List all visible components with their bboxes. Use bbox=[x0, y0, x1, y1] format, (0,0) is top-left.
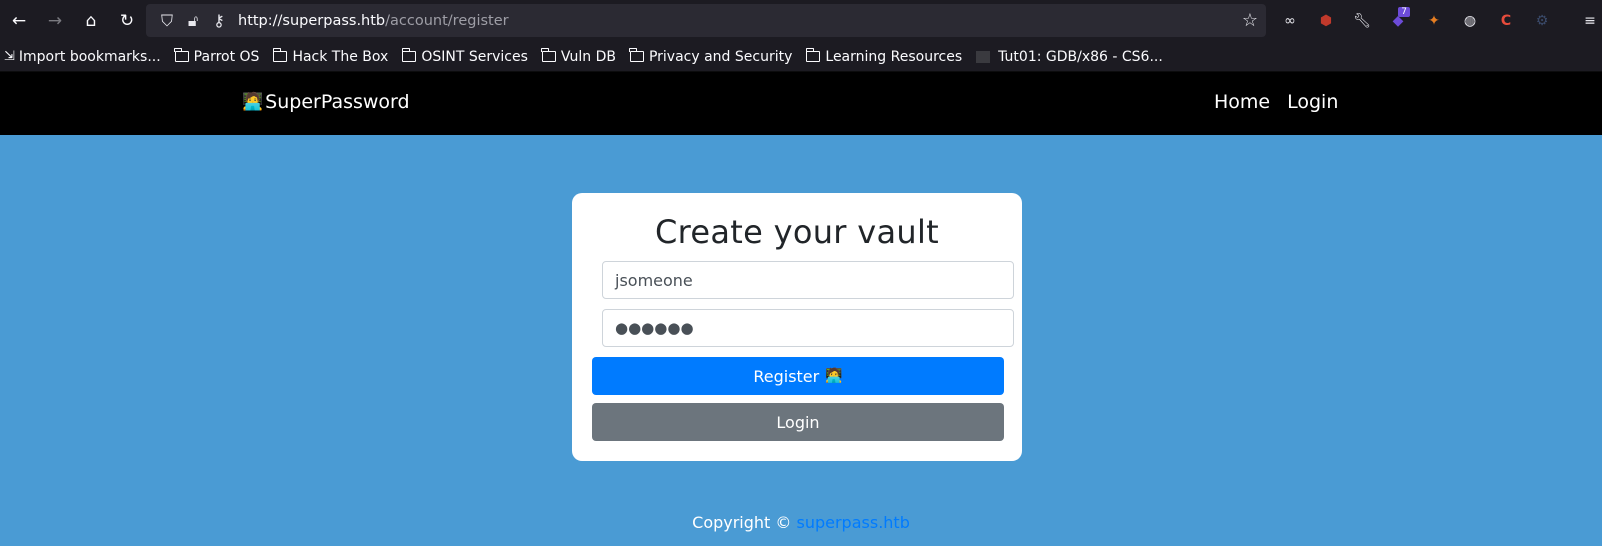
bookmark-folder-osint[interactable]: OSINT Services bbox=[401, 48, 528, 65]
private-mask-icon[interactable]: ∞ bbox=[1272, 6, 1308, 36]
wrench-icon[interactable]: 🔧︎ bbox=[1344, 6, 1380, 36]
extension-badge-count: 7 bbox=[1398, 7, 1410, 17]
key-icon[interactable]: ⚷ bbox=[206, 11, 232, 31]
folder-icon bbox=[541, 48, 556, 62]
password-field[interactable]: ●●●●●● bbox=[602, 309, 1014, 347]
extension-badge-icon[interactable]: ◆ 7 bbox=[1380, 6, 1416, 36]
bookmark-folder-vulndb[interactable]: Vuln DB bbox=[541, 48, 616, 65]
home-icon[interactable]: ⌂ bbox=[74, 4, 108, 38]
foxyproxy-icon[interactable]: ✦ bbox=[1416, 6, 1452, 36]
wappalyzer-icon[interactable]: ⚙ bbox=[1524, 6, 1560, 36]
nav-home-link[interactable]: Home bbox=[1214, 91, 1270, 113]
folder-icon bbox=[272, 48, 288, 62]
bookmark-folder-learning[interactable]: Learning Resources bbox=[805, 48, 962, 65]
technologist-icon: 🧑‍💻 bbox=[825, 368, 843, 384]
register-button[interactable]: Register 🧑‍💻 bbox=[592, 357, 1004, 395]
forward-icon[interactable]: → bbox=[38, 4, 72, 38]
register-button-label: Register bbox=[753, 366, 820, 386]
bookmark-gdb-tutorial[interactable]: Tut01: GDB/x86 - CS6... bbox=[976, 49, 1163, 65]
login-button[interactable]: Login bbox=[592, 403, 1004, 441]
folder-icon bbox=[174, 48, 189, 62]
url-text[interactable]: http://superpass.htb/account/register bbox=[238, 13, 509, 29]
username-field[interactable]: jsomeone bbox=[602, 261, 1014, 299]
shield-icon[interactable]: ⛉ bbox=[154, 11, 180, 31]
footer: Copyright © superpass.htb bbox=[0, 513, 1602, 532]
reload-icon[interactable]: ↻ bbox=[110, 4, 144, 38]
extensions-tray: ∞ ⬢ 🔧︎ ◆ 7 ✦ ◍ C ⚙ ≡ bbox=[1272, 6, 1602, 36]
bookmarks-bar: ⇲ Import bookmarks... Parrot OS Hack The … bbox=[0, 42, 1602, 72]
bookmark-star-icon[interactable]: ☆ bbox=[1242, 10, 1258, 31]
folder-icon bbox=[401, 48, 417, 62]
cyberchef-icon[interactable]: C bbox=[1488, 6, 1524, 36]
bookmark-import[interactable]: ⇲ Import bookmarks... bbox=[4, 49, 161, 65]
back-icon[interactable]: ← bbox=[2, 4, 36, 38]
footer-site-link[interactable]: superpass.htb bbox=[797, 513, 910, 532]
browser-toolbar: ← → ⌂ ↻ ⛉ 🔓︎ ⚷ http://superpass.htb/acco… bbox=[0, 0, 1602, 42]
menu-icon[interactable]: ≡ bbox=[1572, 6, 1602, 36]
favicon-icon bbox=[976, 50, 991, 63]
ublock-icon[interactable]: ⬢ bbox=[1308, 6, 1344, 36]
bookmark-folder-parrot[interactable]: Parrot OS bbox=[174, 48, 259, 65]
page-title: Create your vault bbox=[655, 213, 939, 251]
copyright-text: Copyright © bbox=[692, 513, 797, 532]
brand-link[interactable]: 🧑‍💻 SuperPassword bbox=[242, 91, 410, 113]
folder-icon bbox=[805, 48, 821, 62]
import-icon: ⇲ bbox=[4, 49, 15, 64]
nav-links: Home Login bbox=[1214, 91, 1355, 113]
register-card: Create your vault jsomeone ●●●●●● Regist… bbox=[572, 193, 1022, 461]
folder-icon bbox=[629, 48, 644, 62]
technologist-icon: 🧑‍💻 bbox=[242, 92, 264, 112]
nav-login-link[interactable]: Login bbox=[1287, 91, 1338, 113]
site-navbar: 🧑‍💻 SuperPassword Home Login bbox=[0, 72, 1602, 135]
insecure-lock-icon[interactable]: 🔓︎ bbox=[180, 11, 206, 31]
bookmark-folder-htb[interactable]: Hack The Box bbox=[272, 48, 388, 65]
bookmark-folder-privacy[interactable]: Privacy and Security bbox=[629, 48, 792, 65]
brand-name: SuperPassword bbox=[265, 91, 410, 113]
cookie-icon[interactable]: ◍ bbox=[1452, 6, 1488, 36]
url-bar[interactable]: ⛉ 🔓︎ ⚷ http://superpass.htb/account/regi… bbox=[146, 4, 1266, 37]
